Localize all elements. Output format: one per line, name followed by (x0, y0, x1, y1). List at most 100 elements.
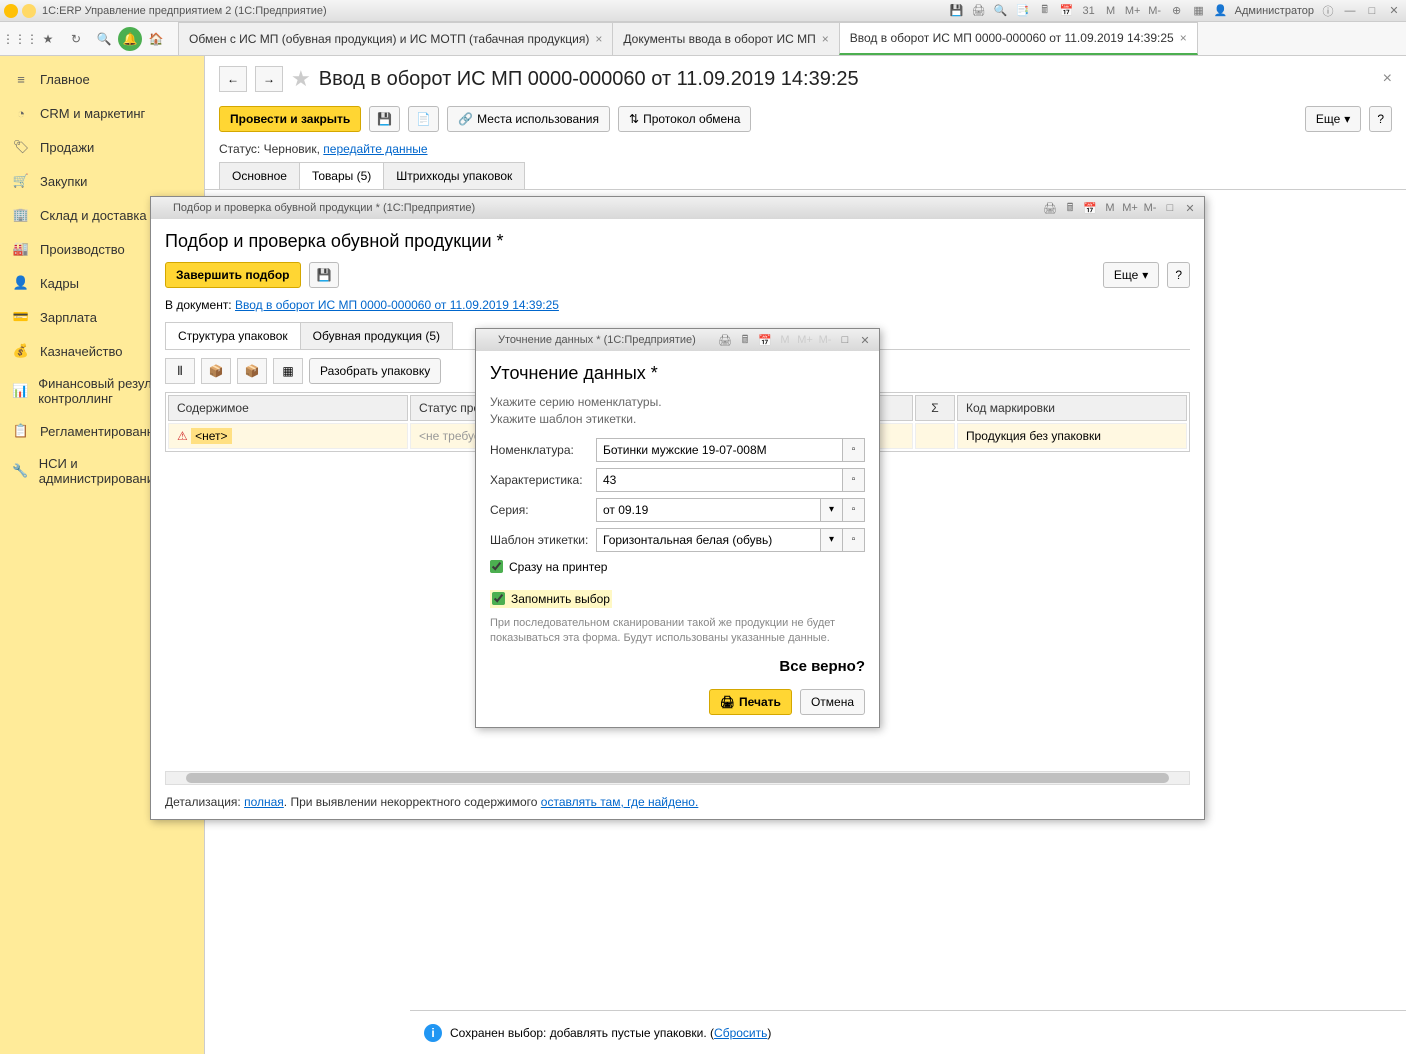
close-icon[interactable]: ✕ (1182, 200, 1198, 216)
open-icon[interactable]: ▫ (843, 438, 865, 462)
finish-button[interactable]: Завершить подбор (165, 262, 301, 288)
bell-icon[interactable]: 🔔 (118, 27, 142, 51)
tmpl-input[interactable] (596, 528, 821, 552)
mminus-icon[interactable]: M- (817, 332, 833, 348)
dropdown-icon[interactable] (22, 4, 36, 18)
det-link-leave[interactable]: оставлять там, где найдено. (541, 795, 699, 809)
close-icon[interactable]: ✕ (1386, 3, 1402, 19)
history-icon[interactable]: ↻ (62, 25, 90, 53)
print-icon[interactable]: 🖨 (717, 332, 733, 348)
page-close-icon[interactable]: × (1383, 70, 1392, 88)
tab-structure[interactable]: Структура упаковок (165, 322, 301, 349)
more-button[interactable]: Еще ▾ (1305, 106, 1361, 132)
grid-icon[interactable]: ▦ (1191, 3, 1207, 19)
more-button[interactable]: Еще ▾ (1103, 262, 1159, 288)
search-icon[interactable]: 🔍 (90, 25, 118, 53)
tab-exchange[interactable]: Обмен с ИС МП (обувная продукция) и ИС М… (178, 22, 613, 55)
mplus-icon[interactable]: M+ (1125, 3, 1141, 19)
menu-icon: ≡ (12, 70, 30, 88)
scrollbar[interactable] (165, 771, 1190, 785)
apps-icon[interactable]: ⋮⋮⋮ (6, 25, 34, 53)
unpack-button[interactable]: Разобрать упаковку (309, 358, 441, 384)
confirm-text: Все верно? (490, 658, 865, 675)
protocol-button[interactable]: ⇅ Протокол обмена (618, 106, 751, 132)
back-button[interactable]: ← (219, 66, 247, 92)
tab-close-icon[interactable]: × (595, 32, 602, 46)
print-icon[interactable]: 🖨 (971, 3, 987, 19)
sidebar-item-purchases[interactable]: 🛒Закупки (0, 164, 204, 198)
star-icon[interactable]: ★ (34, 25, 62, 53)
open-icon[interactable]: ▫ (843, 498, 865, 522)
usage-button[interactable]: 🔗 Места использования (447, 106, 610, 132)
tab-entry[interactable]: Ввод в оборот ИС МП 0000-000060 от 11.09… (839, 22, 1198, 55)
note-text: При последовательном сканировании такой … (490, 616, 865, 647)
cancel-button[interactable]: Отмена (800, 689, 865, 715)
tab-documents[interactable]: Документы ввода в оборот ИС МП× (612, 22, 839, 55)
calc-icon[interactable]: 🖩 (1037, 3, 1053, 19)
series-input[interactable] (596, 498, 821, 522)
sidebar-item-main[interactable]: ≡Главное (0, 62, 204, 96)
preview-icon[interactable]: 🔍 (993, 3, 1009, 19)
reset-link[interactable]: Сбросить (714, 1026, 767, 1040)
det-link-full[interactable]: полная (244, 795, 284, 809)
maximize-icon[interactable]: □ (1162, 200, 1178, 216)
docline-link[interactable]: Ввод в оборот ИС МП 0000-000060 от 11.09… (235, 298, 559, 312)
remember-checkbox[interactable] (492, 592, 505, 605)
m-icon[interactable]: M (1102, 200, 1118, 216)
close-icon[interactable]: ✕ (857, 332, 873, 348)
nomen-input[interactable] (596, 438, 843, 462)
mplus-icon[interactable]: M+ (1122, 200, 1138, 216)
grid-button[interactable]: ▦ (273, 358, 303, 384)
sidebar-item-crm[interactable]: ◔CRM и маркетинг (0, 96, 204, 130)
post-button[interactable]: 📄 (408, 106, 439, 132)
home-icon[interactable]: 🏠 (142, 25, 170, 53)
factory-icon: 🏭 (12, 240, 30, 258)
date-icon[interactable]: 31 (1081, 3, 1097, 19)
tab-close-icon[interactable]: × (822, 32, 829, 46)
m-icon[interactable]: M (1103, 3, 1119, 19)
post-close-button[interactable]: Провести и закрыть (219, 106, 361, 132)
status-link[interactable]: передайте данные (323, 142, 427, 156)
save-button[interactable]: 💾 (369, 106, 400, 132)
forward-button[interactable]: → (255, 66, 283, 92)
box-add-button[interactable]: 📦 (201, 358, 231, 384)
dropdown-icon[interactable]: ▾ (821, 498, 843, 522)
box-remove-button[interactable]: 📦 (237, 358, 267, 384)
favorite-icon[interactable]: ★ (291, 66, 311, 92)
help-button[interactable]: ? (1369, 106, 1392, 132)
zoom-icon[interactable]: ⊕ (1169, 3, 1185, 19)
calc-icon[interactable]: 🖩 (737, 332, 753, 348)
mminus-icon[interactable]: M- (1147, 3, 1163, 19)
save-icon[interactable]: 💾 (949, 3, 965, 19)
sidebar-item-sales[interactable]: 🏷Продажи (0, 130, 204, 164)
tab-barcodes[interactable]: Штрихкоды упаковок (383, 162, 525, 189)
modal-heading: Подбор и проверка обувной продукции * (165, 231, 1190, 252)
mminus-icon[interactable]: M- (1142, 200, 1158, 216)
calendar-icon[interactable]: 📅 (1059, 3, 1075, 19)
compare-icon[interactable]: 📑 (1015, 3, 1031, 19)
printer-checkbox[interactable] (490, 560, 503, 573)
open-icon[interactable]: ▫ (843, 528, 865, 552)
save-button[interactable]: 💾 (309, 262, 340, 288)
print-icon[interactable]: 🖨 (1042, 200, 1058, 216)
tab-goods[interactable]: Товары (5) (299, 162, 384, 189)
maximize-icon[interactable]: □ (837, 332, 853, 348)
mplus-icon[interactable]: M+ (797, 332, 813, 348)
calc-icon[interactable]: 🖩 (1062, 200, 1078, 216)
m-icon[interactable]: M (777, 332, 793, 348)
help-button[interactable]: ? (1167, 262, 1190, 288)
open-icon[interactable]: ▫ (843, 468, 865, 492)
calendar-icon[interactable]: 📅 (1082, 200, 1098, 216)
tab-products[interactable]: Обувная продукция (5) (300, 322, 453, 349)
calendar-icon[interactable]: 📅 (757, 332, 773, 348)
char-input[interactable] (596, 468, 843, 492)
tmpl-label: Шаблон этикетки: (490, 533, 596, 547)
info-icon[interactable]: ⓘ (1320, 3, 1336, 19)
barcode-button[interactable]: ⫴ (165, 358, 195, 384)
dropdown-icon[interactable]: ▾ (821, 528, 843, 552)
maximize-icon[interactable]: □ (1364, 3, 1380, 19)
print-button[interactable]: 🖨 Печать (709, 689, 792, 715)
minimize-icon[interactable]: — (1342, 3, 1358, 19)
tab-main[interactable]: Основное (219, 162, 300, 189)
tab-close-icon[interactable]: × (1180, 31, 1187, 45)
